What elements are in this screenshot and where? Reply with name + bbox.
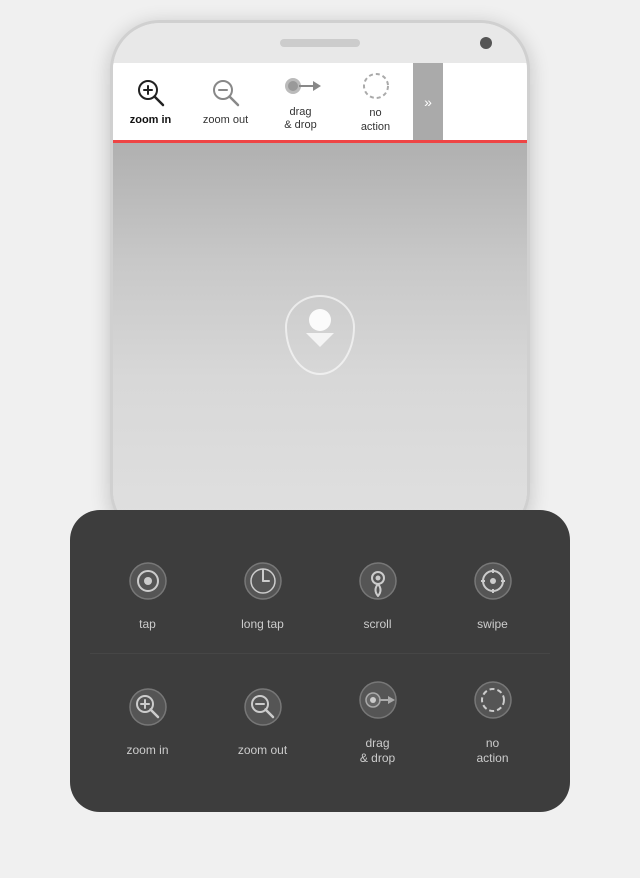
toolbar-zoom-in[interactable]: zoom in [113,63,188,140]
action-scroll[interactable]: scroll [320,540,435,648]
action-drag-drop[interactable]: drag& drop [320,659,435,782]
action-no-action-icon [467,674,519,726]
action-grid-row1: tap long tap [90,540,550,648]
toolbar-drag-drop[interactable]: drag& drop [263,63,338,140]
action-long-tap-label: long tap [241,617,284,633]
action-swipe-label: swipe [477,617,508,633]
phone-figure [285,305,355,375]
phone-top-bar [113,23,527,63]
figure-drop-shape [285,295,355,375]
action-drag-drop-icon [352,674,404,726]
phone-speaker [280,39,360,47]
toolbar-zoom-in-label: zoom in [130,114,172,127]
action-grid-row2: zoom in zoom out [90,659,550,782]
no-action-icon [359,69,393,103]
toolbar-zoom-out-label: zoom out [203,114,248,127]
action-zoom-out[interactable]: zoom out [205,659,320,782]
toolbar-arrow-icon: » [424,94,432,110]
action-row-divider [90,653,550,654]
tap-icon [122,555,174,607]
action-drag-drop-label: drag& drop [360,736,395,767]
zoom-out-icon [209,76,243,110]
action-zoom-in-label: zoom in [126,743,168,759]
toolbar-drag-drop-label: drag& drop [284,106,316,132]
phone-content [113,143,527,537]
figure-body [306,333,334,361]
action-long-tap[interactable]: long tap [205,540,320,648]
action-zoom-in-icon [122,681,174,733]
toolbar-arrow[interactable]: » [413,63,443,140]
phone-toolbar: zoom in zoom out [113,63,527,143]
toolbar-zoom-out[interactable]: zoom out [188,63,263,140]
toolbar-no-action[interactable]: noaction [338,63,413,140]
toolbar-no-action-label: noaction [361,107,390,133]
action-scroll-label: scroll [363,617,391,633]
figure-head [309,309,331,331]
phone-camera [480,37,492,49]
long-tap-icon [237,555,289,607]
action-tap[interactable]: tap [90,540,205,648]
action-zoom-out-label: zoom out [238,743,287,759]
action-swipe[interactable]: swipe [435,540,550,648]
action-tap-label: tap [139,617,156,633]
drag-drop-icon [284,71,318,102]
phone-screen: zoom in zoom out [113,63,527,537]
action-zoom-in[interactable]: zoom in [90,659,205,782]
zoom-in-icon [134,76,168,110]
scroll-icon [352,555,404,607]
action-panel: tap long tap [70,510,570,812]
action-zoom-out-icon [237,681,289,733]
action-no-action-label: noaction [476,736,508,767]
action-no-action[interactable]: noaction [435,659,550,782]
swipe-icon [467,555,519,607]
phone-mockup: zoom in zoom out [110,20,530,540]
